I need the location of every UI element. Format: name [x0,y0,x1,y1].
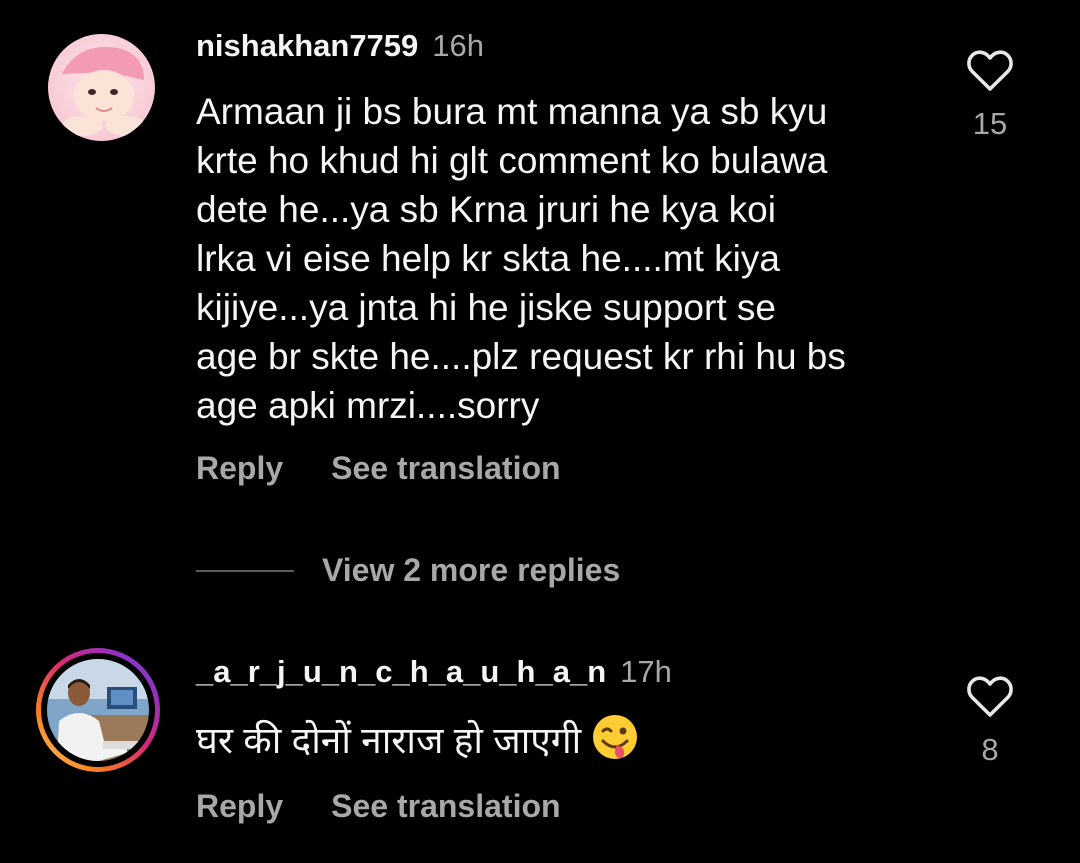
comment-text: Armaan ji bs bura mt manna ya sb kyu krt… [196,91,846,426]
see-translation-button[interactable]: See translation [331,450,560,486]
see-translation-button[interactable]: See translation [331,788,560,824]
comment-text-row: घर की दोनों नाराज हो जाएगी [196,713,936,773]
comment-item: _a_r_j_u_n_c_h_a_u_h_a_n 17h घर की दोनों … [0,640,1080,863]
like-count: 8 [981,732,999,767]
heart-outline-icon[interactable] [966,674,1014,718]
winking-face-with-tongue-icon [591,713,639,773]
comment-header: _a_r_j_u_n_c_h_a_u_h_a_n 17h [196,654,672,690]
person-photo-icon [47,659,149,761]
comment-actions: Reply See translation [196,450,561,487]
heart-outline-icon[interactable] [966,48,1014,92]
reply-button[interactable]: Reply [196,450,283,486]
like-count: 15 [972,106,1008,141]
view-more-replies-label[interactable]: View 2 more replies [322,552,620,589]
avatar[interactable] [36,648,160,772]
like-button[interactable]: 8 [960,674,1020,768]
username[interactable]: nishakhan7759 [196,28,418,63]
avatar[interactable] [48,34,155,141]
baby-photo-icon [48,34,155,141]
comment-text: घर की दोनों नाराज हो जाएगी [196,719,582,761]
comment-item: nishakhan7759 16h Armaan ji bs bura mt ma… [0,0,1080,520]
view-more-replies-button[interactable]: View 2 more replies [196,552,620,589]
like-button[interactable]: 15 [960,48,1020,142]
comment-actions: Reply See translation [196,788,561,825]
username[interactable]: _a_r_j_u_n_c_h_a_u_h_a_n [196,654,606,689]
comment-header: nishakhan7759 16h [196,28,484,64]
timestamp: 17h [620,654,672,689]
divider [196,569,294,572]
reply-button[interactable]: Reply [196,788,283,824]
timestamp: 16h [432,28,485,63]
